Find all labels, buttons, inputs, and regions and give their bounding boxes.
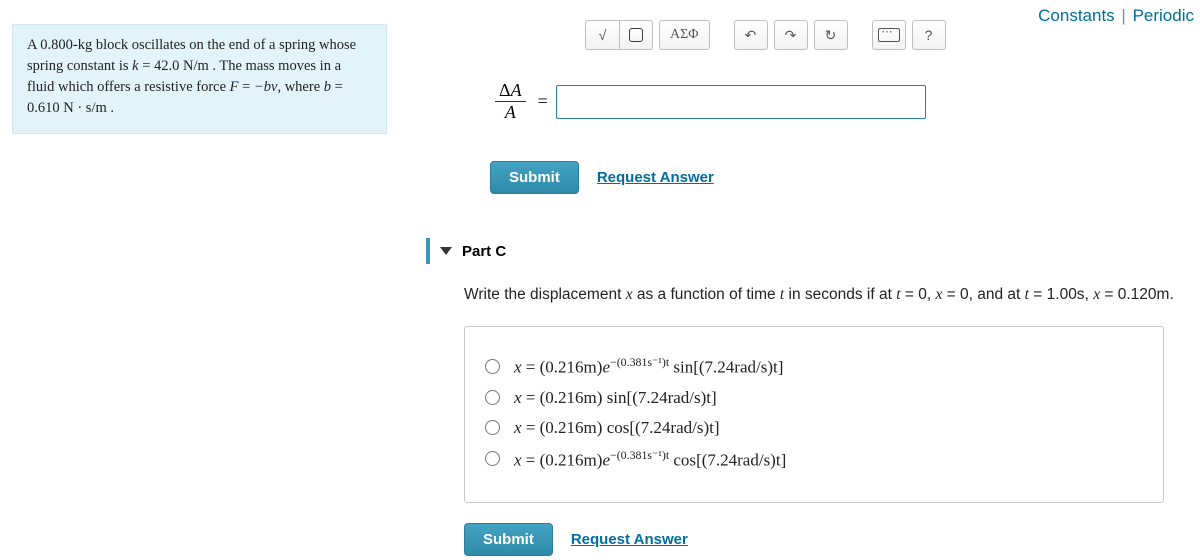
part-c-prompt: Write the displacement x as a function o… xyxy=(464,286,1190,304)
undo-tool[interactable]: ↶ xyxy=(734,20,768,50)
var-F: F xyxy=(230,79,239,95)
text: = xyxy=(239,79,254,95)
greek-tool[interactable]: ΑΣΦ xyxy=(659,20,710,50)
text: . xyxy=(107,100,114,116)
b-value: 0.610 N · s/m xyxy=(27,100,107,116)
answer-input[interactable] xyxy=(556,85,926,119)
k-value: 42.0 N/m xyxy=(154,58,209,74)
choices-box: x = (0.216m)e−(0.381s⁻¹)t sin[(7.24rad/s… xyxy=(464,326,1164,503)
part-c-label: Part C xyxy=(462,243,506,260)
chevron-down-icon xyxy=(440,247,452,255)
bv-term: −bv xyxy=(254,79,277,95)
choice-2[interactable]: x = (0.216m) sin[(7.24rad/s)t] xyxy=(485,388,1143,408)
request-answer-link-part-c[interactable]: Request Answer xyxy=(571,531,688,548)
text: A xyxy=(27,37,40,53)
fraction-label: ΔA A xyxy=(495,80,526,123)
help-tool[interactable]: ? xyxy=(912,20,946,50)
keyboard-tool[interactable] xyxy=(872,20,906,50)
choice-3[interactable]: x = (0.216m) cos[(7.24rad/s)t] xyxy=(485,418,1143,438)
radio-choice-2[interactable] xyxy=(485,390,500,405)
part-c-header[interactable]: Part C xyxy=(426,238,1190,264)
equation-toolbar: √ ΑΣΦ ↶ ↷ ↻ ? xyxy=(585,20,1190,50)
equals-sign: = xyxy=(538,91,548,112)
request-answer-link[interactable]: Request Answer xyxy=(597,169,714,186)
denominator: A xyxy=(495,102,526,123)
mass-value: 0.800-kg xyxy=(40,37,92,53)
keyboard-icon xyxy=(878,28,900,42)
redo-tool[interactable]: ↷ xyxy=(774,20,808,50)
text: = xyxy=(139,58,154,74)
radio-choice-3[interactable] xyxy=(485,420,500,435)
answer-row: ΔA A = xyxy=(495,80,1190,123)
sqrt-tool[interactable]: √ xyxy=(585,20,619,50)
radio-choice-1[interactable] xyxy=(485,359,500,374)
submit-button[interactable]: Submit xyxy=(490,161,579,194)
reset-tool[interactable]: ↻ xyxy=(814,20,848,50)
template-tool[interactable] xyxy=(619,20,653,50)
problem-statement: A 0.800-kg block oscillates on the end o… xyxy=(12,24,387,134)
text: , where xyxy=(277,79,323,95)
choice-4[interactable]: x = (0.216m)e−(0.381s⁻¹)t cos[(7.24rad/s… xyxy=(485,448,1143,471)
numerator: ΔA xyxy=(495,80,526,102)
radio-choice-4[interactable] xyxy=(485,451,500,466)
var-b: b xyxy=(324,79,331,95)
text: = xyxy=(331,79,343,95)
submit-button-part-c[interactable]: Submit xyxy=(464,523,553,556)
choice-1[interactable]: x = (0.216m)e−(0.381s⁻¹)t sin[(7.24rad/s… xyxy=(485,355,1143,378)
